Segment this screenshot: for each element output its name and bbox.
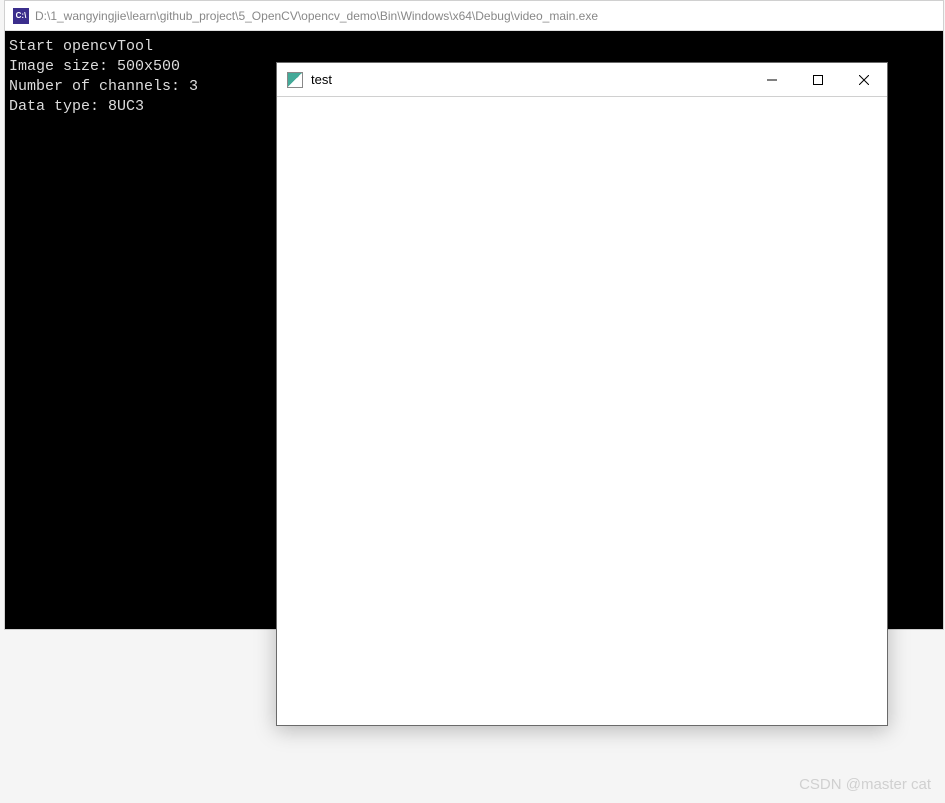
image-window-titlebar[interactable]: test: [277, 63, 887, 97]
console-title: D:\1_wangyingjie\learn\github_project\5_…: [35, 9, 598, 23]
console-line: Number of channels: 3: [9, 78, 198, 95]
maximize-icon: [813, 75, 823, 85]
minimize-icon: [767, 75, 777, 85]
minimize-button[interactable]: [749, 63, 795, 96]
window-controls: [749, 63, 887, 96]
image-window: test: [276, 62, 888, 726]
console-line: Start opencvTool: [9, 38, 153, 55]
watermark-text: CSDN @master cat: [799, 776, 931, 793]
console-line: Image size: 500x500: [9, 58, 180, 75]
maximize-button[interactable]: [795, 63, 841, 96]
image-canvas: [277, 97, 887, 725]
close-icon: [859, 75, 869, 85]
opencv-window-icon: [287, 72, 303, 88]
cmd-icon: C:\: [13, 8, 29, 24]
image-window-title: test: [311, 72, 749, 87]
close-button[interactable]: [841, 63, 887, 96]
console-line: Data type: 8UC3: [9, 98, 144, 115]
console-titlebar[interactable]: C:\ D:\1_wangyingjie\learn\github_projec…: [5, 1, 943, 31]
